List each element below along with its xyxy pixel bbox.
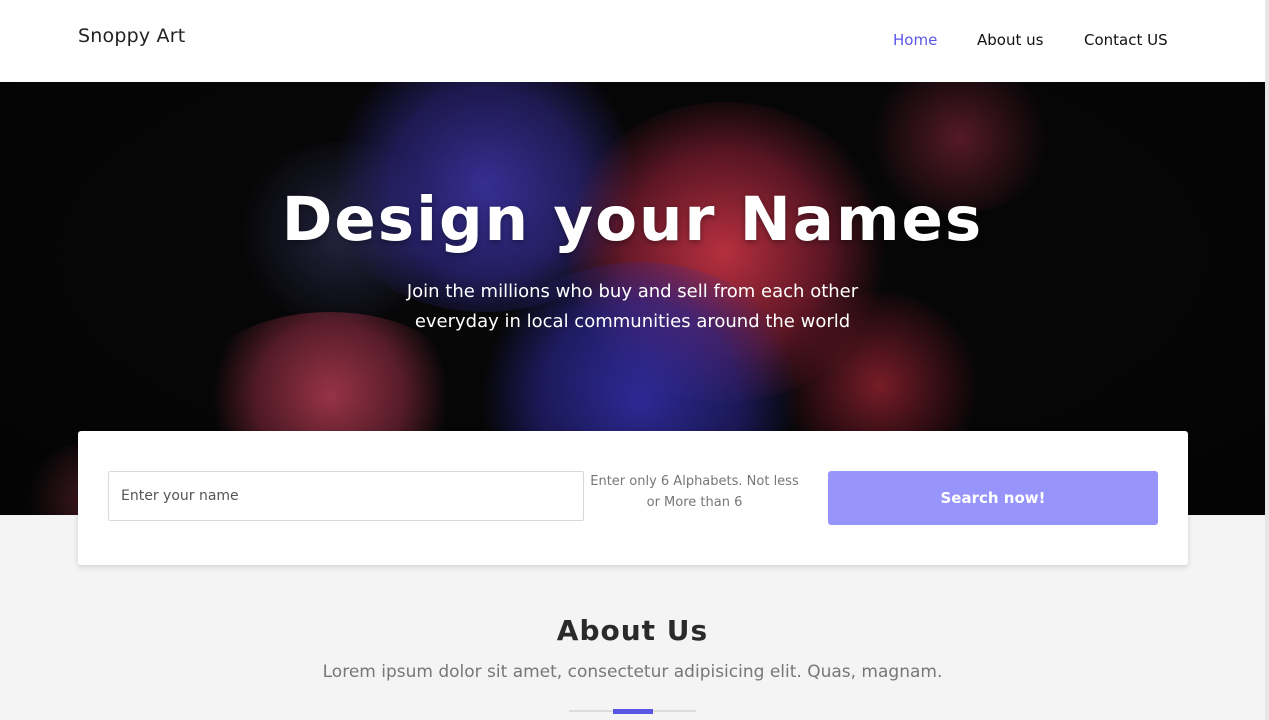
section-divider-accent [613, 709, 653, 714]
search-card: Enter only 6 Alphabets. Not less or More… [78, 431, 1188, 565]
site-header: Snoppy Art Home About us Contact US [0, 0, 1265, 82]
name-input[interactable] [108, 471, 584, 521]
hero-subtitle-line: Join the millions who buy and sell from … [406, 281, 859, 302]
main-nav: Home About us Contact US [0, 31, 1265, 51]
nav-link-home[interactable]: Home [893, 31, 937, 49]
about-section-text: Lorem ipsum dolor sit amet, consectetur … [322, 662, 943, 682]
hero-subtitle: Join the millions who buy and sell from … [0, 277, 1265, 337]
about-section-title: About Us [556, 614, 709, 647]
scrollbar-track[interactable] [1265, 0, 1269, 720]
hero-title: Design your Names [281, 184, 984, 255]
nav-link-about-us[interactable]: About us [977, 31, 1043, 49]
nav-link-contact-us[interactable]: Contact US [1084, 31, 1168, 49]
hero-subtitle-line: everyday in local communities around the… [414, 311, 851, 332]
input-hint: Enter only 6 Alphabets. Not less or More… [590, 474, 799, 510]
search-now-button[interactable]: Search now! [828, 471, 1158, 525]
